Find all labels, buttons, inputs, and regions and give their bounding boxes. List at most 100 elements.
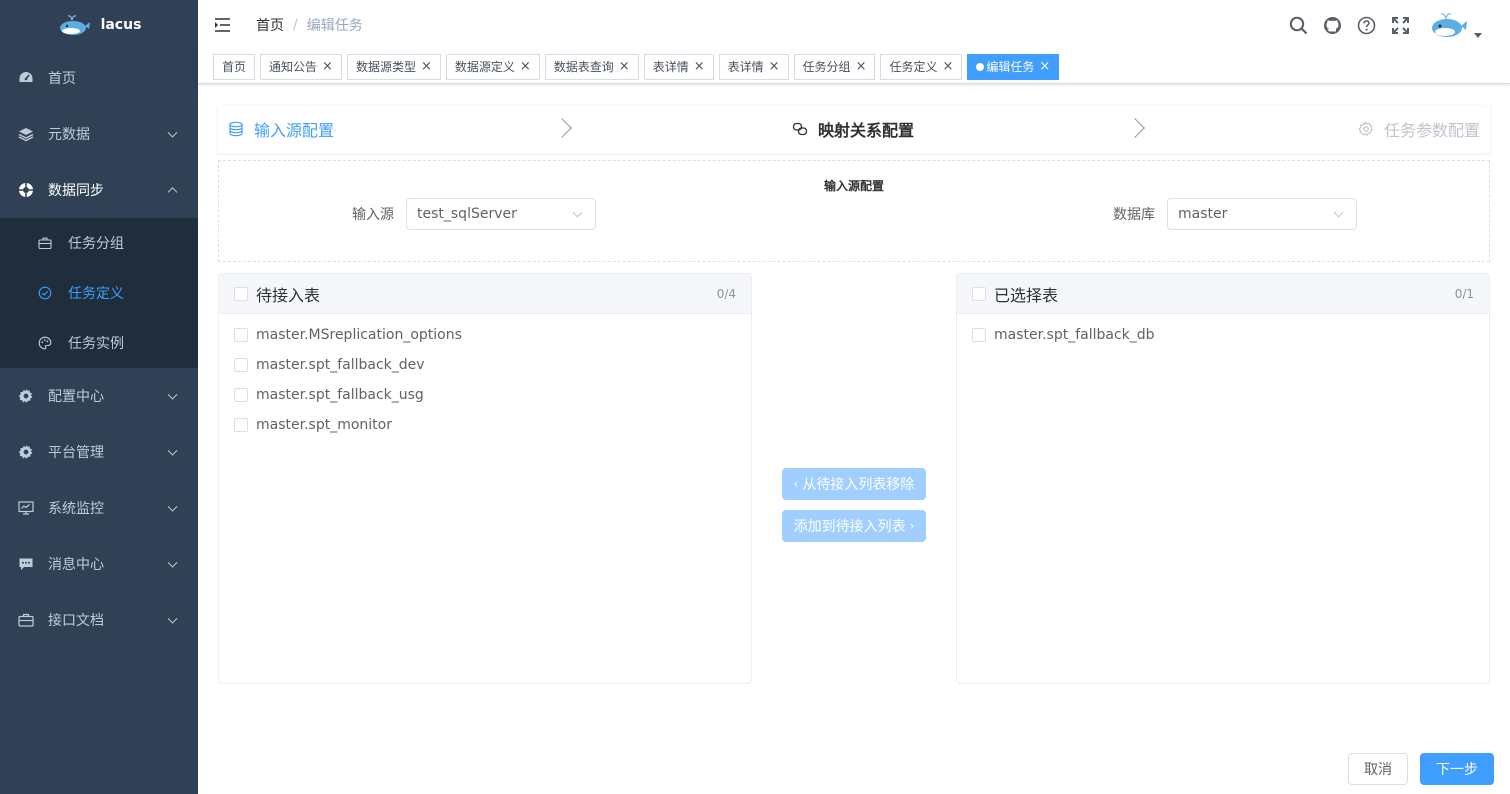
close-icon[interactable]: × (322, 60, 333, 73)
sidebar-item-label: 首页 (48, 71, 76, 87)
close-icon[interactable]: × (421, 60, 432, 73)
tag-task-definition[interactable]: 任务定义 × (880, 53, 963, 80)
tag-label: 数据源类型 (355, 60, 416, 74)
remove-from-pending-button[interactable]: ‹ 从待接入列表移除 (782, 468, 926, 500)
item-label: master.spt_fallback_usg (256, 387, 424, 403)
close-icon[interactable]: × (942, 60, 953, 73)
source-select-value: test_sqlServer (417, 206, 517, 222)
sidebar-item-api-docs[interactable]: 接口文档 (0, 592, 198, 648)
button-label: 从待接入列表移除 (802, 477, 915, 493)
close-icon[interactable]: × (769, 60, 780, 73)
tag-task-group[interactable]: 任务分组 × (793, 53, 876, 80)
chevron-right-icon (1125, 118, 1145, 138)
database-select[interactable]: master (1167, 198, 1357, 230)
sidebar-item-task-definition[interactable]: 任务定义 (0, 268, 198, 318)
transfer-panel-pending: 待接入表 0/4 master.MSreplication_options ma… (218, 273, 752, 684)
sidebar-item-task-instance[interactable]: 任务实例 (0, 318, 198, 368)
close-icon[interactable]: × (1039, 60, 1050, 73)
search-icon[interactable] (1288, 15, 1308, 35)
cancel-button[interactable]: 取消 (1348, 753, 1408, 785)
list-item[interactable]: master.spt_fallback_usg (219, 380, 751, 410)
gear-icon (18, 444, 34, 460)
breadcrumb-current: 编辑任务 (306, 18, 363, 34)
button-label: 添加到待接入列表 (793, 519, 906, 535)
source-select[interactable]: test_sqlServer (406, 198, 596, 230)
hamburger-icon[interactable] (214, 17, 232, 33)
tag-edit-task[interactable]: 编辑任务 × (967, 53, 1060, 80)
step-input-source: 输入源配置 (228, 105, 334, 153)
sidebar-item-data-sync[interactable]: 数据同步 (0, 162, 198, 218)
breadcrumb-home[interactable]: 首页 (256, 15, 284, 35)
close-icon[interactable]: × (619, 60, 630, 73)
github-icon[interactable] (1322, 15, 1342, 35)
item-checkbox[interactable] (234, 328, 248, 342)
panel-count: 0/1 (1454, 286, 1474, 301)
tag-table-detail[interactable]: 表详情 × (643, 53, 714, 80)
transfer-list: master.MSreplication_options master.spt_… (219, 314, 751, 440)
database-label: 数据库 (1113, 207, 1155, 223)
help-icon[interactable] (1356, 15, 1376, 35)
sidebar-item-home[interactable]: 首页 (0, 50, 198, 106)
list-item[interactable]: master.spt_monitor (219, 410, 751, 440)
list-item[interactable]: master.MSreplication_options (219, 320, 751, 350)
sidebar-item-platform-management[interactable]: 平台管理 (0, 424, 198, 480)
step-label: 任务参数配置 (1383, 121, 1480, 140)
sidebar-item-label: 数据同步 (48, 183, 104, 199)
button-label: 取消 (1364, 762, 1392, 778)
database-form-item: 数据库 master (1113, 198, 1357, 230)
close-icon[interactable]: × (520, 60, 531, 73)
tags-view: 首页 通知公告 × 数据源类型 × 数据源定义 × 数据表查询 × 表详情 × 表详情 × … (198, 50, 1510, 84)
item-checkbox[interactable] (234, 388, 248, 402)
tag-datasource-type[interactable]: 数据源类型 × (346, 53, 441, 80)
close-icon[interactable]: × (694, 60, 705, 73)
sidebar-item-label: 消息中心 (48, 557, 104, 573)
sidebar-item-metadata[interactable]: 元数据 (0, 106, 198, 162)
fullscreen-icon[interactable] (1390, 15, 1410, 35)
briefcase-icon (18, 612, 34, 628)
source-form-item: 输入源 test_sqlServer (352, 198, 596, 230)
tag-table-query[interactable]: 数据表查询 × (544, 53, 639, 80)
sidebar-item-task-group[interactable]: 任务分组 (0, 218, 198, 268)
transfer-list: master.spt_fallback_db (957, 314, 1489, 350)
item-label: master.spt_monitor (256, 417, 392, 433)
sidebar-item-config-center[interactable]: 配置中心 (0, 368, 198, 424)
item-checkbox[interactable] (234, 358, 248, 372)
logo[interactable]: lacus (0, 0, 198, 50)
close-icon[interactable]: × (856, 60, 867, 73)
tag-label: 通知公告 (269, 60, 318, 74)
check-circle-icon (38, 286, 52, 300)
tag-notice[interactable]: 通知公告 × (260, 53, 342, 80)
caret-down-icon (1474, 33, 1482, 38)
next-button[interactable]: 下一步 (1420, 753, 1494, 785)
sidebar-item-message-center[interactable]: 消息中心 (0, 536, 198, 592)
database-icon (228, 121, 244, 137)
tag-datasource-definition[interactable]: 数据源定义 × (445, 53, 540, 80)
tag-label: 任务分组 (802, 60, 851, 74)
item-checkbox[interactable] (972, 328, 986, 342)
select-all-checkbox[interactable] (972, 286, 986, 301)
sidebar-item-system-monitor[interactable]: 系统监控 (0, 480, 198, 536)
sidebar-item-label: 任务实例 (68, 336, 124, 352)
user-avatar-dropdown[interactable] (1428, 10, 1482, 40)
chevron-down-icon (572, 207, 583, 217)
select-all-checkbox[interactable] (234, 286, 248, 301)
tag-label: 表详情 (727, 60, 764, 74)
gear-icon (18, 388, 34, 404)
chevron-down-icon (167, 501, 178, 512)
button-label: 下一步 (1436, 762, 1478, 778)
database-select-value: master (1178, 206, 1228, 222)
tag-label: 首页 (222, 60, 247, 74)
tag-home[interactable]: 首页 (213, 53, 256, 80)
list-item[interactable]: master.spt_fallback_dev (219, 350, 751, 380)
link-icon (792, 121, 808, 137)
tag-label: 表详情 (652, 60, 689, 74)
transfer-panel-selected: 已选择表 0/1 master.spt_fallback_db (956, 273, 1490, 684)
sidebar-item-label: 系统监控 (48, 501, 104, 517)
sidebar-item-label: 接口文档 (48, 613, 104, 629)
item-checkbox[interactable] (234, 418, 248, 432)
tag-table-detail[interactable]: 表详情 × (718, 53, 789, 80)
list-item[interactable]: master.spt_fallback_db (957, 320, 1489, 350)
add-to-pending-button[interactable]: 添加到待接入列表 › (782, 510, 926, 542)
sidebar-item-label: 元数据 (48, 127, 90, 143)
tag-label: 数据表查询 (553, 60, 614, 74)
